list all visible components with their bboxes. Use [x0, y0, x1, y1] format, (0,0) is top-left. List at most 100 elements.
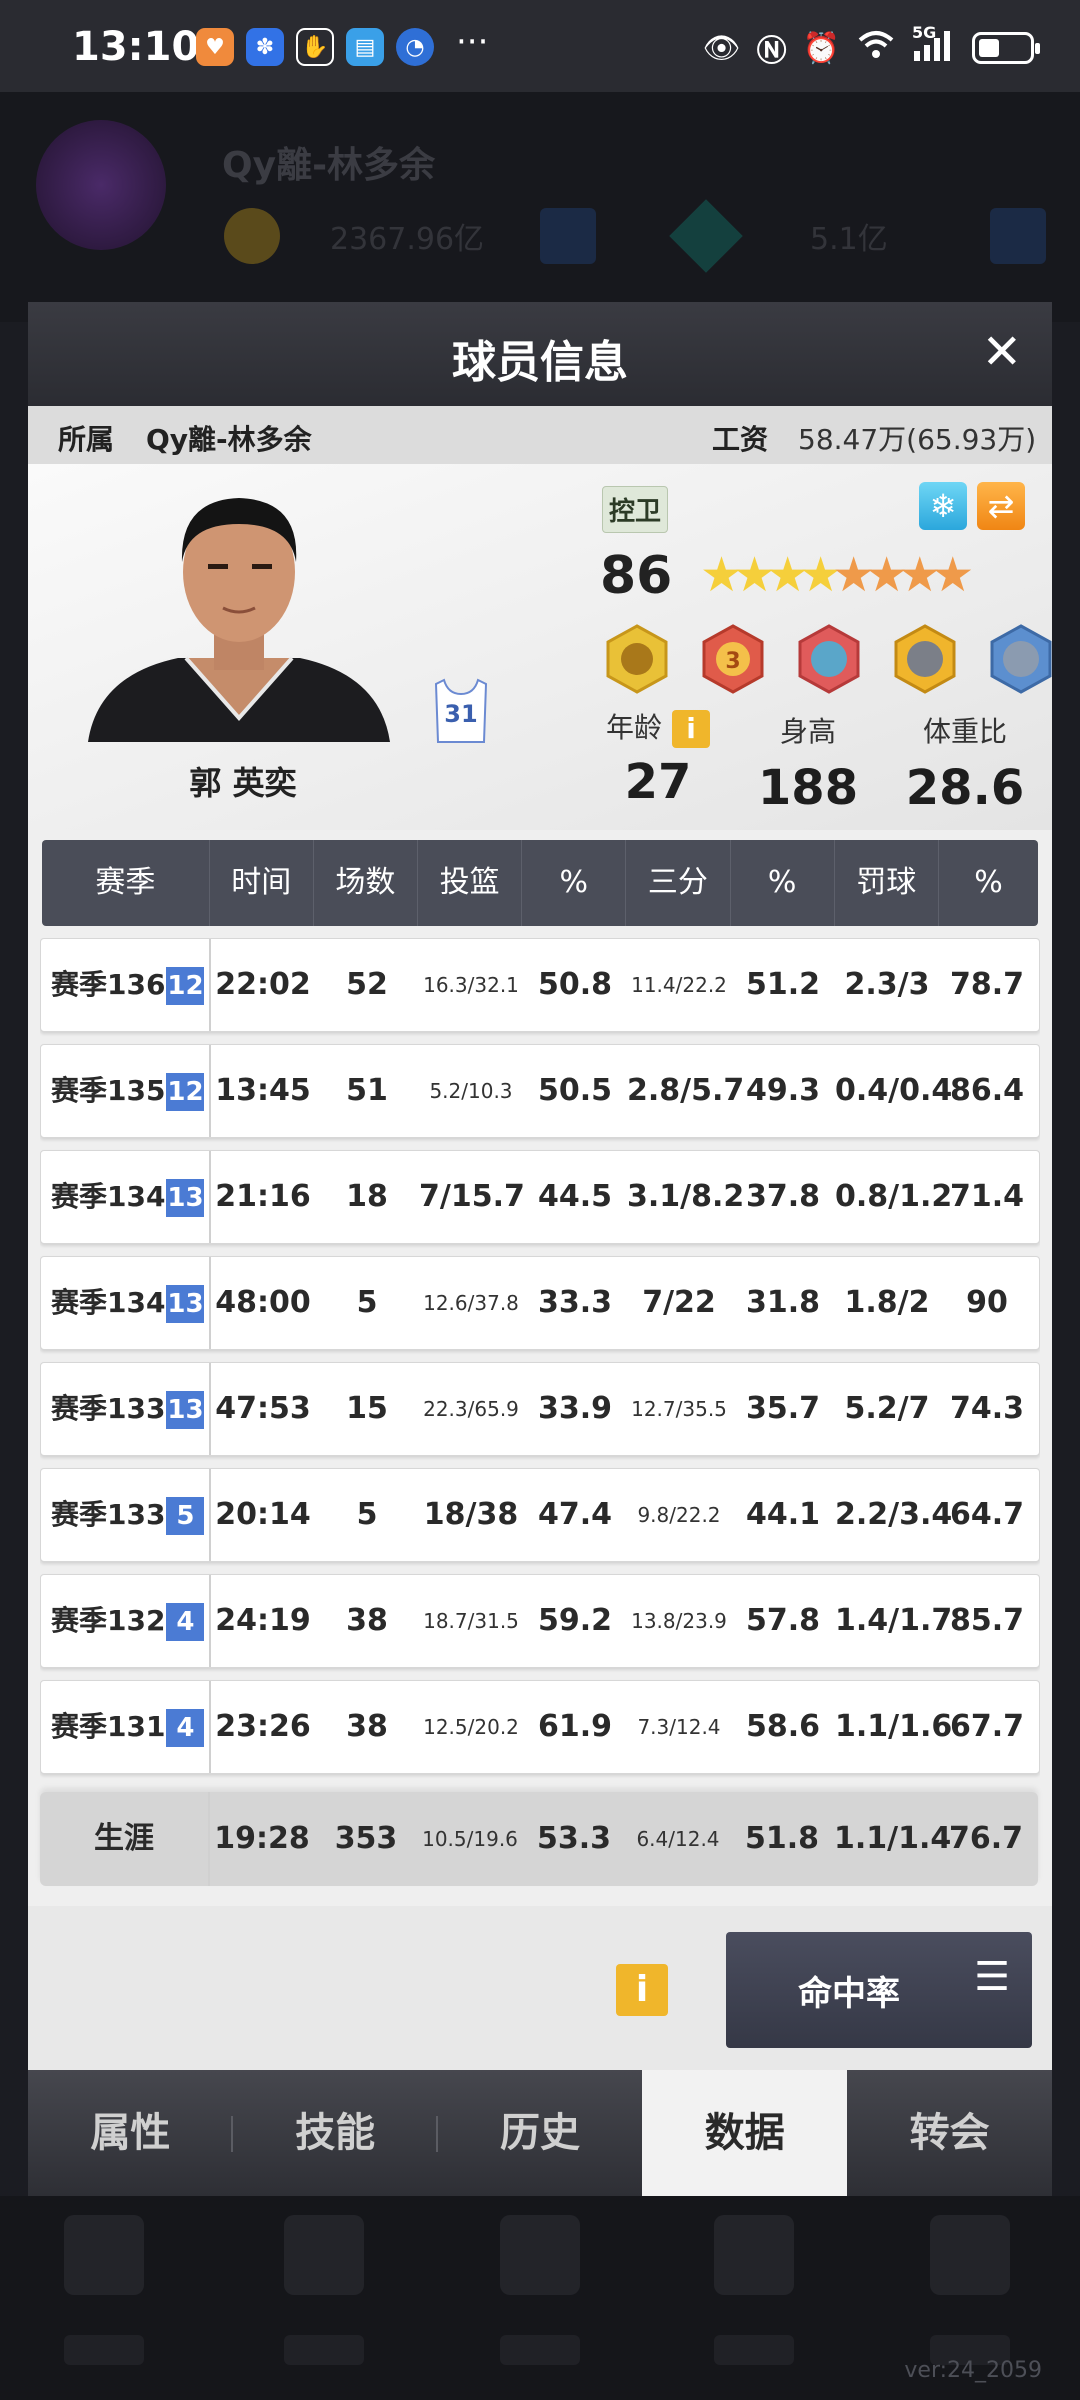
fg-cell: 18.7/31.5	[423, 1609, 519, 1633]
three-point-badge-icon[interactable]: 3	[698, 624, 768, 694]
three-cell: 12.7/35.5	[631, 1397, 727, 1421]
table-row[interactable]: 赛季13413 48:00 5 12.6/37.8 33.3 7/22 31.8…	[40, 1256, 1040, 1350]
add-coin-button	[540, 208, 596, 264]
level-badge: 4	[166, 1603, 205, 1641]
season-cell: 赛季13413	[41, 1151, 211, 1243]
header-games[interactable]: 场数	[314, 840, 418, 926]
header-fg-percent[interactable]: %	[522, 840, 627, 926]
season-label: 赛季136	[51, 968, 166, 1001]
table-row[interactable]: 赛季132 4 24:19 38 18.7/31.5 59.2 13.8/23.9…	[40, 1574, 1040, 1668]
svg-text:3: 3	[725, 649, 740, 674]
notification-icons: ♥ ✽ ✋ ▤ ◔	[196, 28, 434, 66]
tab-history[interactable]: 历史	[438, 2070, 643, 2196]
gem-value: 5.1亿	[810, 222, 888, 257]
header-3p-percent[interactable]: %	[731, 840, 835, 926]
tab-data[interactable]: 数据	[642, 2070, 848, 2196]
overall-rating: 86	[600, 546, 673, 606]
background-nav-label-1	[64, 2335, 144, 2365]
defense-badge-icon[interactable]	[986, 624, 1056, 694]
dribble-badge-icon[interactable]	[602, 624, 672, 694]
fg-percent-cell: 33.3	[537, 1285, 613, 1320]
age-value: 27	[624, 754, 692, 810]
menu-icon: ☰	[974, 1954, 1010, 2000]
time-cell: 47:53	[215, 1391, 311, 1426]
career-time: 19:28	[214, 1821, 310, 1856]
career-ft: 1.1/1.4	[834, 1821, 952, 1856]
dialog-title-bar: 球员信息 ✕	[28, 302, 1052, 406]
three-percent-cell: 51.2	[745, 967, 821, 1002]
three-percent-cell: 58.6	[745, 1709, 821, 1744]
ft-percent-cell: 71.4	[949, 1179, 1025, 1214]
time-cell: 23:26	[215, 1709, 311, 1744]
season-label: 赛季133	[51, 1498, 166, 1531]
sort-by-hit-rate-button[interactable]: 命中率 ☰	[726, 1932, 1032, 2048]
tab-skills[interactable]: 技能	[233, 2070, 438, 2196]
table-row[interactable]: 赛季13313 47:53 15 22.3/65.9 33.9 12.7/35.…	[40, 1362, 1040, 1456]
table-row[interactable]: 赛季13413 21:16 18 7/15.7 44.5 3.1/8.2 37.…	[40, 1150, 1040, 1244]
snowflake-icon[interactable]: ❄	[919, 482, 967, 530]
career-fg: 10.5/19.6	[422, 1827, 518, 1851]
season-cell: 赛季13413	[41, 1257, 211, 1349]
tab-attributes[interactable]: 属性	[28, 2070, 233, 2196]
table-row[interactable]: 赛季13512 13:45 51 5.2/10.3 50.5 2.8/5.7 4…	[40, 1044, 1040, 1138]
time-cell: 24:19	[215, 1603, 311, 1638]
weight-ratio-value: 28.6	[905, 760, 1025, 816]
header-season[interactable]: 赛季	[42, 840, 210, 926]
header-free-throws[interactable]: 罚球	[835, 840, 939, 926]
background-nav-label-3	[500, 2335, 580, 2365]
level-badge: 12	[166, 1073, 205, 1111]
fg-cell: 12.5/20.2	[423, 1715, 519, 1739]
season-label: 赛季133	[51, 1392, 166, 1425]
three-cell: 7.3/12.4	[637, 1715, 721, 1739]
info-icon[interactable]: i	[616, 1964, 668, 2016]
info-icon[interactable]: i	[672, 710, 710, 748]
fg-cell: 5.2/10.3	[429, 1079, 513, 1103]
jersey-icon: 31	[434, 676, 488, 746]
ft-cell: 0.4/0.4	[835, 1073, 953, 1108]
swap-icon[interactable]: ⇄	[977, 482, 1025, 530]
time-cell: 22:02	[215, 967, 311, 1002]
three-percent-cell: 49.3	[745, 1073, 821, 1108]
three-percent-cell: 37.8	[745, 1179, 821, 1214]
notification-app-icon-1: ♥	[196, 28, 234, 66]
table-row[interactable]: 赛季13612 22:02 52 16.3/32.1 50.8 11.4/22.…	[40, 938, 1040, 1032]
salary-label: 工资	[712, 423, 769, 456]
time-cell: 48:00	[215, 1285, 311, 1320]
background-nav-icon-2	[284, 2215, 364, 2295]
ft-cell: 1.8/2	[844, 1285, 930, 1320]
speed-badge-icon[interactable]	[890, 624, 960, 694]
player-portrait	[68, 480, 410, 742]
table-row[interactable]: 赛季131 4 23:26 38 12.5/20.2 61.9 7.3/12.4 …	[40, 1680, 1040, 1774]
career-games: 353	[334, 1821, 398, 1856]
status-time: 13:10	[72, 24, 200, 70]
header-three-pointers[interactable]: 三分	[626, 840, 731, 926]
star-rating: ★ ★ ★ ★ ★ ★ ★ ★	[700, 551, 974, 599]
table-row[interactable]: 赛季133 5 20:14 5 18/38 47.4 9.8/22.2 44.1 …	[40, 1468, 1040, 1562]
age-label: 年龄	[605, 711, 662, 744]
time-cell: 20:14	[215, 1497, 311, 1532]
header-time[interactable]: 时间	[210, 840, 314, 926]
ft-cell: 0.8/1.2	[835, 1179, 953, 1214]
career-three-percent: 51.8	[744, 1821, 820, 1856]
fg-percent-cell: 50.8	[537, 967, 613, 1002]
brain-badge-icon[interactable]	[794, 624, 864, 694]
sort-button-label: 命中率	[798, 1974, 900, 2014]
notification-app-icon-5: ◔	[396, 28, 434, 66]
ft-percent-cell: 86.4	[949, 1073, 1025, 1108]
three-percent-cell: 35.7	[745, 1391, 821, 1426]
player-info-dialog: 球员信息 ✕ 所属 Qy離-林多余 工资 58.47万(65.93万) 郭 英奕	[28, 302, 1052, 2196]
header-field-goals[interactable]: 投篮	[418, 840, 523, 926]
background-nav-icon-4	[714, 2215, 794, 2295]
close-icon[interactable]: ✕	[982, 324, 1022, 380]
height-label: 身高	[779, 715, 836, 748]
notification-app-icon-2: ✽	[246, 28, 284, 66]
fg-cell: 16.3/32.1	[423, 973, 519, 997]
header-ft-percent[interactable]: %	[939, 840, 1038, 926]
level-badge: 13	[166, 1179, 205, 1217]
career-fg-percent: 53.3	[536, 1821, 612, 1856]
tab-transfer[interactable]: 转会	[847, 2070, 1052, 2196]
coin-value: 2367.96亿	[330, 222, 485, 257]
level-badge: 5	[166, 1497, 205, 1535]
season-cell: 赛季131 4	[41, 1681, 211, 1773]
games-cell: 15	[346, 1391, 388, 1426]
